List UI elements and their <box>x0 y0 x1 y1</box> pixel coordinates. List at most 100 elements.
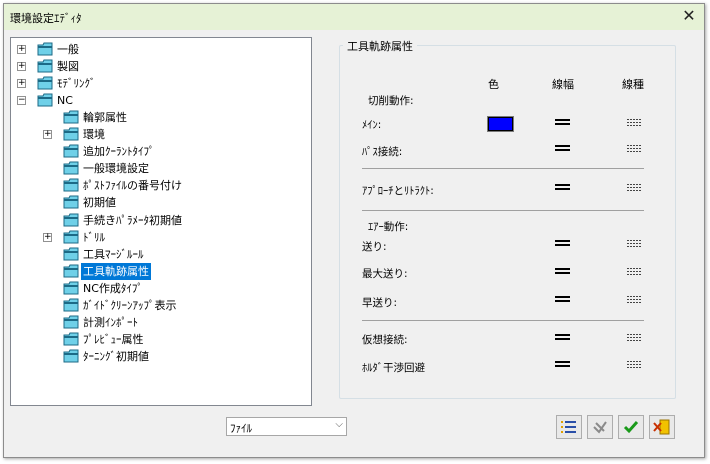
expand-icon[interactable]: + <box>17 45 26 54</box>
title-bar: 環境設定ｴﾃﾞｨﾀ ✕ <box>4 4 704 30</box>
tree-item[interactable]: + 一般 <box>11 41 309 58</box>
list-settings-icon <box>561 421 576 433</box>
tree-item-label: 工具ﾏｰｼﾞﾙｰﾙ <box>83 247 144 261</box>
approach-line-type-icon[interactable] <box>627 184 641 194</box>
folder-icon <box>63 332 79 346</box>
tree-item[interactable]: 工具ﾏｰｼﾞﾙｰﾙ <box>11 246 309 263</box>
holder-avoid-line-width-icon[interactable] <box>555 361 570 371</box>
folder-icon <box>37 93 53 107</box>
tree-item[interactable]: + 製図 <box>11 58 309 75</box>
virtual-link-line-type-icon[interactable] <box>627 334 641 344</box>
pass-link-line-width-icon[interactable] <box>555 145 570 155</box>
tree-item[interactable]: − NC <box>11 92 309 109</box>
row-label-pass-link: ﾊﾟｽ接続: <box>362 146 403 158</box>
file-dropdown[interactable]: ﾌｧｲﾙ ⌵ <box>226 417 347 436</box>
tree-item[interactable]: 工具軌跡属性 <box>11 261 309 281</box>
list-settings-button[interactable] <box>556 415 582 439</box>
exit-icon <box>653 419 670 435</box>
folder-icon <box>63 178 79 192</box>
folder-icon <box>63 315 79 329</box>
expand-icon[interactable]: + <box>43 130 52 140</box>
tree-item-label: 輪郭属性 <box>83 111 127 125</box>
folder-icon <box>37 42 53 56</box>
main-color-swatch[interactable] <box>487 116 514 132</box>
close-button[interactable]: ✕ <box>680 6 698 26</box>
checkmark-icon <box>623 421 639 434</box>
tree-item-label: ﾌﾟﾚﾋﾞｭｰ属性 <box>83 332 144 346</box>
divider <box>362 320 644 321</box>
folder-icon <box>37 76 53 90</box>
tree-item[interactable]: ﾀｰﾆﾝｸﾞ初期値 <box>11 348 309 365</box>
tree-item-label: 工具軌跡属性 <box>80 261 152 281</box>
tree-item[interactable]: 追加ｸｰﾗﾝﾄﾀｲﾌﾟ <box>11 143 309 160</box>
folder-icon <box>63 161 79 175</box>
tree-item-label: NC <box>57 94 73 108</box>
revert-icon <box>593 421 607 434</box>
tree-item-label: ﾄﾞﾘﾙ <box>83 230 105 244</box>
collapse-icon[interactable]: − <box>17 96 26 106</box>
tree-item-label: 手続きﾊﾟﾗﾒｰﾀ初期値 <box>83 213 182 227</box>
column-header-line-width: 線幅 <box>552 78 574 91</box>
divider <box>362 168 644 169</box>
row-label-feed: 送り: <box>362 241 387 253</box>
folder-icon <box>63 127 79 141</box>
tree-item-label: 追加ｸｰﾗﾝﾄﾀｲﾌﾟ <box>83 145 155 159</box>
folder-icon <box>63 264 79 278</box>
tree-item[interactable]: ﾎﾟｽﾄﾌｧｲﾙの番号付け <box>11 177 309 194</box>
folder-icon <box>63 110 79 124</box>
row-label-max-feed: 最大送り: <box>362 268 408 280</box>
tree-item-label: 計測ｲﾝﾎﾟｰﾄ <box>83 315 138 329</box>
folder-icon <box>63 247 79 261</box>
main-line-type-icon[interactable] <box>627 119 641 129</box>
ok-button[interactable] <box>618 415 644 439</box>
exit-button[interactable] <box>649 415 675 439</box>
tree-item[interactable]: 一般環境設定 <box>11 160 309 177</box>
category-tree[interactable]: + 一般 + 製図 + ﾓﾃﾞﾘﾝｸﾞ − NC 輪郭属性 + 環境 追加ｸｰﾗﾝﾄﾀｲﾌﾟ 一般環境設… <box>10 37 312 406</box>
divider <box>362 210 644 211</box>
tree-item[interactable]: 手続きﾊﾟﾗﾒｰﾀ初期値 <box>11 212 309 229</box>
tree-item[interactable]: 初期値 <box>11 194 309 211</box>
virtual-link-line-width-icon[interactable] <box>555 334 570 344</box>
tree-item[interactable]: ﾌﾟﾚﾋﾞｭｰ属性 <box>11 331 309 348</box>
tree-item[interactable]: NC作成ﾀｲﾌﾟ <box>11 280 309 297</box>
expand-icon[interactable]: + <box>43 232 52 242</box>
row-label-approach-retract: ｱﾌﾟﾛｰﾁとﾘﾄﾗｸﾄ: <box>362 185 434 197</box>
tree-item[interactable]: + 環境 <box>11 126 309 143</box>
folder-icon <box>37 59 53 73</box>
tree-item-label: ﾓﾃﾞﾘﾝｸﾞ <box>57 77 96 91</box>
pass-link-line-type-icon[interactable] <box>627 145 641 155</box>
folder-icon <box>63 349 79 363</box>
row-label-rapid: 早送り: <box>362 297 398 309</box>
rapid-line-type-icon[interactable] <box>627 296 641 306</box>
max-feed-line-type-icon[interactable] <box>627 268 641 278</box>
tree-item[interactable]: ｶﾞｲﾄﾞｸﾘｰﾝｱｯﾌﾟ表示 <box>11 297 309 314</box>
main-line-width-icon[interactable] <box>555 119 570 129</box>
revert-button[interactable] <box>587 415 613 439</box>
folder-icon <box>63 298 79 312</box>
tree-item-label: 製図 <box>57 60 79 74</box>
rapid-line-width-icon[interactable] <box>555 296 570 306</box>
expand-icon[interactable]: + <box>17 62 26 72</box>
column-header-line-type: 線種 <box>622 78 644 91</box>
window-title: 環境設定ｴﾃﾞｨﾀ <box>10 12 82 25</box>
column-header-color: 色 <box>488 78 499 91</box>
folder-icon <box>63 213 79 226</box>
tree-item[interactable]: 計測ｲﾝﾎﾟｰﾄ <box>11 314 309 331</box>
tree-item[interactable]: + ﾓﾃﾞﾘﾝｸﾞ <box>11 75 309 92</box>
holder-avoid-line-type-icon[interactable] <box>627 361 641 371</box>
folder-icon <box>63 144 79 158</box>
tree-item-label: ﾀｰﾆﾝｸﾞ初期値 <box>83 349 149 363</box>
max-feed-line-width-icon[interactable] <box>555 268 570 278</box>
tree-item-label: ﾎﾟｽﾄﾌｧｲﾙの番号付け <box>83 179 182 193</box>
file-dropdown-value: ﾌｧｲﾙ <box>230 422 252 435</box>
tree-item-label: 環境 <box>83 128 105 142</box>
row-label-virtual-link: 仮想接続: <box>362 334 408 346</box>
approach-line-width-icon[interactable] <box>555 184 570 194</box>
feed-line-width-icon[interactable] <box>555 240 570 250</box>
chevron-down-icon: ⌵ <box>335 419 343 430</box>
tree-item[interactable]: + ﾄﾞﾘﾙ <box>11 229 309 246</box>
tree-item[interactable]: 輪郭属性 <box>11 109 309 126</box>
expand-icon[interactable]: + <box>17 79 26 89</box>
folder-icon <box>63 195 79 209</box>
feed-line-type-icon[interactable] <box>627 240 641 250</box>
